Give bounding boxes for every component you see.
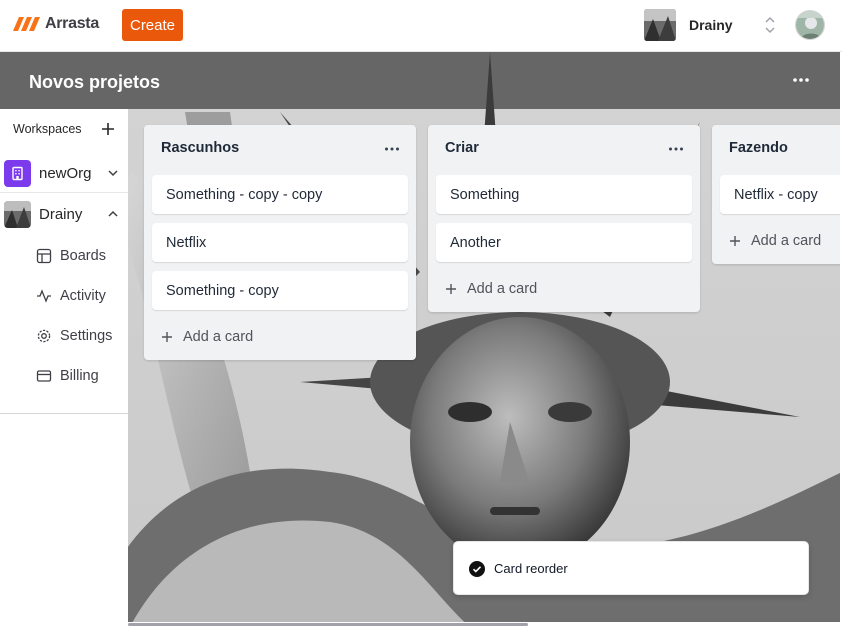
list-title[interactable]: Criar (445, 140, 479, 156)
sidebar-divider (0, 413, 128, 414)
org-switcher[interactable]: Drainy (644, 9, 784, 41)
list-title[interactable]: Rascunhos (161, 140, 239, 156)
sidebar-org-label: newOrg (39, 164, 92, 182)
sidebar-divider (0, 192, 128, 193)
workspaces-label: Workspaces (13, 122, 82, 136)
scrollbar-thumb[interactable] (128, 623, 528, 626)
brand-logo[interactable]: Arrasta (13, 14, 99, 34)
chevron-up-down-icon (765, 16, 775, 34)
list-fazendo: Fazendo Netflix - copy Add a card (712, 125, 842, 264)
board-title: Novos projetos (29, 72, 161, 92)
sidebar-item-boards[interactable]: Boards (36, 243, 128, 269)
add-card-label: Add a card (183, 329, 254, 345)
horizontal-scrollbar[interactable] (128, 622, 840, 627)
toast-message: Card reorder (494, 561, 568, 576)
add-card-label: Add a card (751, 233, 822, 249)
logo-mark-icon (13, 17, 40, 31)
create-button[interactable]: Create (122, 9, 183, 41)
sidebar-item-label: Settings (60, 328, 113, 344)
plus-icon (446, 284, 456, 294)
chevron-up-icon (108, 210, 118, 217)
gear-icon (37, 329, 51, 343)
org-switcher-label: Drainy (689, 17, 733, 33)
card[interactable]: Something - copy - copy (152, 175, 408, 214)
sidebar-org-drainy[interactable]: Drainy (0, 196, 128, 232)
card[interactable]: Netflix (152, 223, 408, 262)
check-circle-icon (469, 561, 485, 577)
sidebar-item-label: Activity (60, 288, 106, 304)
chevron-down-icon (108, 170, 118, 177)
sidebar: Workspaces newOrg Drainy Boards Activity… (0, 109, 128, 627)
list-title[interactable]: Fazendo (729, 140, 788, 156)
card[interactable]: Something - copy (152, 271, 408, 310)
user-avatar[interactable] (795, 10, 825, 40)
sidebar-org-label: Drainy (39, 205, 83, 223)
sidebar-item-label: Billing (60, 368, 99, 384)
toast-notification: Card reorder (453, 541, 809, 595)
plus-icon (162, 332, 172, 342)
activity-icon (37, 289, 51, 303)
list-menu-icon[interactable] (668, 146, 684, 152)
org-photo (4, 200, 31, 228)
add-card-button[interactable]: Add a card (728, 229, 821, 253)
board-header: Novos projetos (0, 52, 842, 109)
list-rascunhos: Rascunhos Something - copy - copy Netfli… (144, 125, 416, 360)
sidebar-item-activity[interactable]: Activity (36, 283, 128, 309)
add-card-label: Add a card (467, 281, 538, 297)
more-horizontal-icon[interactable] (791, 76, 811, 84)
sidebar-org-neworg[interactable]: newOrg (0, 155, 128, 191)
brand-name: Arrasta (45, 15, 99, 32)
plus-icon[interactable] (100, 121, 116, 137)
sidebar-item-billing[interactable]: Billing (36, 363, 128, 389)
building-icon (4, 159, 31, 187)
sidebar-item-label: Boards (60, 248, 106, 264)
card[interactable]: Something (436, 175, 692, 214)
top-navbar: Arrasta Create Drainy (0, 0, 842, 52)
list-criar: Criar Something Another Add a card (428, 125, 700, 312)
list-menu-icon[interactable] (384, 146, 400, 152)
card[interactable]: Another (436, 223, 692, 262)
credit-card-icon (36, 370, 52, 382)
card[interactable]: Netflix - copy (720, 175, 842, 214)
sidebar-item-settings[interactable]: Settings (36, 323, 128, 349)
plus-icon (730, 236, 740, 246)
layout-icon (36, 248, 52, 264)
add-card-button[interactable]: Add a card (160, 325, 253, 349)
org-photo (644, 9, 676, 41)
add-card-button[interactable]: Add a card (444, 277, 537, 301)
